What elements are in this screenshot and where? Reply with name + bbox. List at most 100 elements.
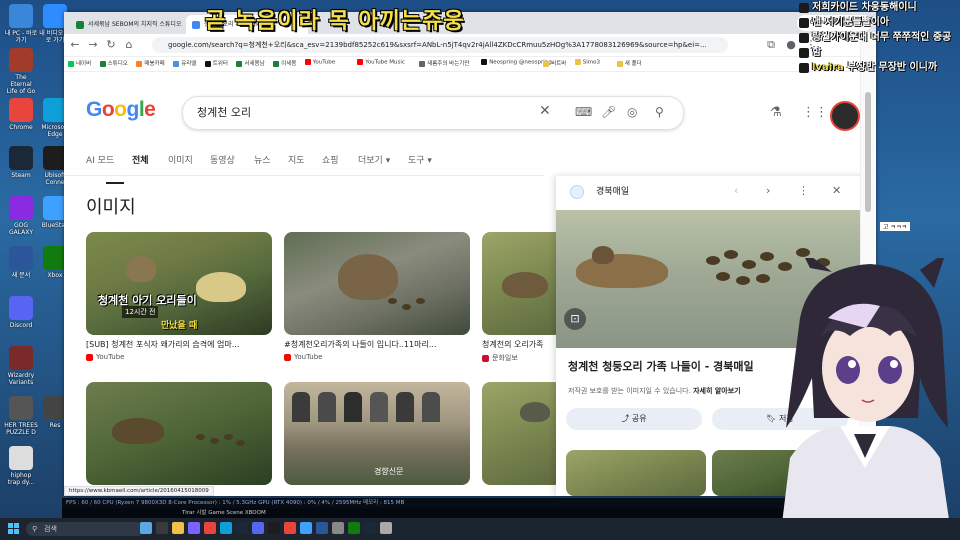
share-button[interactable]: ⤴ 공유 (566, 408, 702, 430)
taskbar-app-icon[interactable] (140, 522, 152, 534)
desktop-shortcut[interactable]: The Eternal Life of Go (4, 48, 38, 95)
bookmark-item[interactable]: Simo3 (574, 59, 600, 66)
tab-sebom-studio[interactable]: 서세볶남 SEBOM의 치지직 스튜디오 (70, 15, 192, 34)
more-icon[interactable]: ⋮ (798, 184, 809, 197)
result-source[interactable]: YouTube (284, 353, 470, 361)
bookmark-item[interactable]: 비트바 (543, 59, 566, 67)
desktop-shortcut[interactable]: HER TREES PUZZLE D (4, 396, 38, 436)
result-thumbnail[interactable] (284, 232, 470, 335)
bookmark-item[interactable]: 트위터 (204, 59, 228, 67)
lens-search-icon[interactable]: ⊡ (564, 308, 586, 330)
result-thumbnail[interactable] (482, 232, 562, 335)
image-result[interactable] (86, 382, 272, 485)
result-title[interactable]: [SUB] 청계천 포식자 왜가리의 습격에 엄마... (86, 339, 272, 350)
next-icon[interactable]: › (766, 184, 770, 197)
image-result[interactable]: 청계천의 오리가족 문화일보 (482, 232, 562, 363)
taskbar-app-icon[interactable] (156, 522, 168, 534)
result-source[interactable]: YouTube (86, 353, 272, 361)
clear-icon[interactable]: ✕ (539, 103, 551, 119)
bookmark-item[interactable]: 새 폴더 (616, 59, 642, 67)
search-tab[interactable]: 동영상 (210, 153, 235, 166)
search-tab[interactable]: 전체 (132, 153, 149, 166)
desktop-shortcut[interactable]: 내 PC - 바로 가기 (4, 4, 38, 44)
bookmark-item[interactable]: 매봉카페 (136, 59, 165, 67)
image-result[interactable]: #청계천오리가족의 나들이 입니다..11마리... YouTube (284, 232, 470, 361)
result-source[interactable]: 문화일보 (482, 353, 562, 363)
search-tab[interactable]: 이미지 (168, 153, 193, 166)
avatar[interactable] (830, 101, 860, 131)
result-thumbnail[interactable]: 청계천 아기 오리들이 12시간 전 만났을 때 (86, 232, 272, 335)
desktop-shortcut[interactable]: Steam (4, 146, 38, 179)
desktop-shortcut[interactable]: Chrome (4, 98, 38, 131)
google-logo[interactable]: Google (86, 98, 156, 122)
address-bar[interactable]: google.com/search?q=청계천+오리&sca_esv=2139b… (152, 37, 728, 53)
taskbar-app-icon[interactable] (252, 522, 264, 534)
profile-icon[interactable]: ● (784, 38, 798, 52)
prev-icon[interactable]: ‹ (734, 184, 738, 197)
windows-start-icon[interactable] (8, 523, 19, 534)
search-tab[interactable]: 지도 (288, 153, 305, 166)
search-tab[interactable]: 더보기 ▾ (358, 153, 390, 166)
image-result[interactable]: 청계천 아기 오리들이 12시간 전 만났을 때 [SUB] 청계천 포식자 왜… (86, 232, 272, 361)
bookmark-item[interactable]: 새롬주의 바는기만 (419, 59, 469, 67)
home-icon[interactable]: ⌂ (122, 38, 136, 52)
desktop-shortcut[interactable]: Wizardry Variants (4, 346, 38, 386)
taskbar-app-icon[interactable] (284, 522, 296, 534)
reload-icon[interactable]: ↻ (104, 38, 118, 52)
taskbar-app-icon[interactable] (188, 522, 200, 534)
close-icon[interactable]: ✕ (832, 184, 841, 197)
search-icon[interactable]: ⚲ (655, 105, 664, 119)
taskbar-app-icon[interactable] (220, 522, 232, 534)
forward-icon[interactable]: → (86, 38, 100, 52)
bookmark-item[interactable]: 스튜디오 (99, 59, 128, 67)
bookmark-item[interactable]: YouTube Music (357, 59, 405, 66)
taskbar-app-icon[interactable] (380, 522, 392, 534)
bookmark-item[interactable]: 서세봄남 (236, 59, 265, 67)
taskbar-app-icon[interactable] (332, 522, 344, 534)
bookmark-item[interactable]: 이세봄 (273, 59, 296, 67)
search-query[interactable]: 청계천 오리 (197, 104, 251, 120)
search-box[interactable]: 청계천 오리 ✕ ⌨ 🎤︎ ◎ ⚲ (182, 96, 684, 130)
search-tab[interactable]: 도구 ▾ (408, 153, 432, 166)
back-icon[interactable]: ← (68, 38, 82, 52)
taskbar-app-icon[interactable] (204, 522, 216, 534)
bookmark-icon (616, 60, 623, 67)
search-tab[interactable]: 뉴스 (254, 153, 271, 166)
desktop-shortcut[interactable]: hiphop trap dy... (4, 446, 38, 486)
desktop-shortcut[interactable]: GOG GALAXY (4, 196, 38, 236)
microphone-icon[interactable]: 🎤︎ (601, 105, 616, 119)
bookmark-item[interactable]: YouTube (304, 59, 335, 66)
taskbar-app-icon[interactable] (300, 522, 312, 534)
taskbar-app-icon[interactable] (316, 522, 328, 534)
keyboard-icon[interactable]: ⌨ (575, 105, 592, 119)
taskbar-app-icon[interactable] (268, 522, 280, 534)
apps-icon[interactable]: ⋮⋮ (802, 105, 828, 120)
taskbar-app-icon[interactable] (236, 522, 248, 534)
panel-title[interactable]: 청계천 청둥오리 가족 나들이 - 경북매일 (568, 358, 754, 374)
result-thumbnail[interactable]: 경향신문 (284, 382, 470, 485)
taskbar-search[interactable]: ⚲ 검색 (26, 522, 144, 536)
search-tab[interactable]: 쇼핑 (322, 153, 339, 166)
image-result[interactable] (482, 382, 562, 485)
bookmark-item[interactable]: 유리엘 (173, 59, 196, 67)
bookmark-item[interactable]: 네이버 (68, 59, 91, 67)
image-result[interactable]: 경향신문 (284, 382, 470, 485)
search-tab[interactable]: AI 모드 (86, 153, 114, 166)
result-title[interactable]: 청계천의 오리가족 (482, 339, 562, 350)
panel-source[interactable]: 경북매일 (570, 184, 629, 199)
taskbar-app-icon[interactable] (364, 522, 376, 534)
scrollbar-thumb[interactable] (865, 92, 871, 212)
result-title[interactable]: #청계천오리가족의 나들이 입니다..11마리... (284, 339, 470, 350)
result-thumbnail[interactable] (482, 382, 562, 485)
extensions-icon[interactable]: ⧉ (764, 38, 778, 52)
desktop-shortcut[interactable]: Discord (4, 296, 38, 329)
bookmark-item[interactable]: Neospring @neospring (481, 59, 552, 66)
related-image[interactable] (566, 450, 706, 496)
labs-icon[interactable]: ⚗ (770, 105, 782, 120)
learn-more-link[interactable]: 자세히 알아보기 (693, 387, 741, 395)
desktop-shortcut[interactable]: 새 문서 (4, 246, 38, 279)
result-thumbnail[interactable] (86, 382, 272, 485)
lens-icon[interactable]: ◎ (627, 105, 637, 119)
taskbar-app-icon[interactable] (348, 522, 360, 534)
taskbar-app-icon[interactable] (172, 522, 184, 534)
